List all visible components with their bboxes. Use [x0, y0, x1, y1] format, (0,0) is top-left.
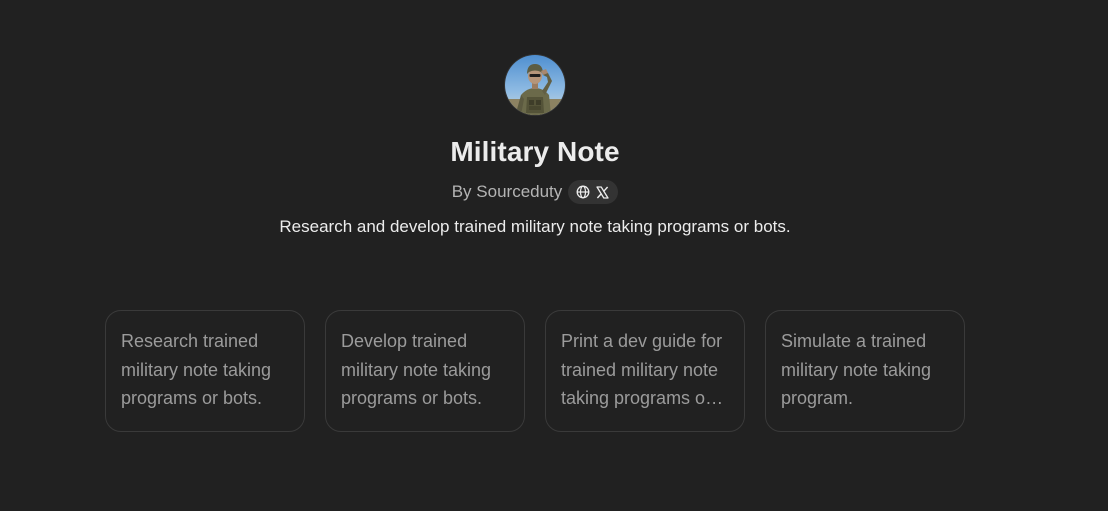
- x-logo-icon[interactable]: [596, 185, 609, 199]
- conversation-starter-card[interactable]: Simulate a trained military note taking …: [765, 310, 965, 432]
- conversation-starter-text: Develop trained military note taking pro…: [341, 331, 492, 408]
- author-name: By Sourceduty: [451, 182, 563, 201]
- gpt-avatar: [505, 55, 565, 115]
- gpt-description: Research and develop trained military no…: [279, 217, 791, 236]
- conversation-starter-card[interactable]: Develop trained military note taking pro…: [325, 310, 525, 432]
- gpt-landing-page: Military Note By Sourceduty Research and…: [0, 0, 1108, 511]
- author-byline: By Sourceduty: [452, 179, 619, 205]
- social-links: [568, 180, 619, 204]
- conversation-starter-text: Simulate a trained military note taking …: [781, 331, 932, 408]
- gpt-title: Military Note: [450, 136, 620, 167]
- conversation-starter-text: Print a dev guide for trained military n…: [561, 331, 723, 408]
- conversation-starters: Research trained military note taking pr…: [105, 310, 965, 432]
- gpt-header: Military Note By Sourceduty Research and…: [0, 55, 1070, 239]
- globe-icon[interactable]: [576, 185, 590, 199]
- soldier-avatar-image: [505, 55, 565, 115]
- conversation-starter-text: Research trained military note taking pr…: [121, 331, 272, 408]
- conversation-starter-card[interactable]: Print a dev guide for trained military n…: [545, 310, 745, 432]
- conversation-starter-card[interactable]: Research trained military note taking pr…: [105, 310, 305, 432]
